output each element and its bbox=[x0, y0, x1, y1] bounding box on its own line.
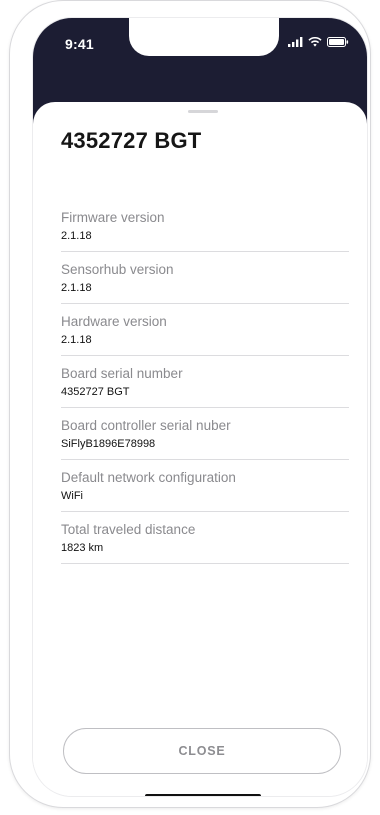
field-value: 2.1.18 bbox=[61, 282, 92, 294]
field-label: Total traveled distance bbox=[61, 522, 196, 537]
field-value: SiFlyB1896E78998 bbox=[61, 438, 156, 450]
status-time: 9:41 bbox=[65, 36, 94, 52]
close-button[interactable]: CLOSE bbox=[63, 728, 341, 774]
signal-icon bbox=[288, 37, 303, 47]
field-value: 2.1.18 bbox=[61, 230, 92, 242]
phone-screen: 9:41 4352727 BGT Firmware version 2.1.18… bbox=[32, 17, 368, 797]
notch bbox=[129, 18, 279, 56]
field-label: Board controller serial nuber bbox=[61, 418, 231, 433]
field-board-controller-serial: Board controller serial nuber SiFlyB1896… bbox=[61, 418, 349, 460]
field-firmware-version: Firmware version 2.1.18 bbox=[61, 210, 349, 252]
field-value: 4352727 BGT bbox=[61, 386, 130, 398]
field-label: Sensorhub version bbox=[61, 262, 174, 277]
board-title: 4352727 BGT bbox=[61, 128, 202, 153]
sheet-grabber-handle[interactable] bbox=[188, 110, 218, 113]
wifi-icon bbox=[308, 37, 322, 47]
bottom-sheet: 4352727 BGT Firmware version 2.1.18 Sens… bbox=[33, 102, 367, 796]
field-total-traveled-distance: Total traveled distance 1823 km bbox=[61, 522, 349, 564]
status-icons bbox=[288, 37, 349, 47]
field-label: Default network configuration bbox=[61, 470, 236, 485]
field-sensorhub-version: Sensorhub version 2.1.18 bbox=[61, 262, 349, 304]
field-default-network-configuration: Default network configuration WiFi bbox=[61, 470, 349, 512]
phone-frame: 9:41 4352727 BGT Firmware version 2.1.18… bbox=[9, 0, 371, 808]
battery-icon bbox=[327, 37, 349, 47]
field-board-serial-number: Board serial number 4352727 BGT bbox=[61, 366, 349, 408]
field-label: Hardware version bbox=[61, 314, 167, 329]
field-value: 2.1.18 bbox=[61, 334, 92, 346]
field-hardware-version: Hardware version 2.1.18 bbox=[61, 314, 349, 356]
field-value: WiFi bbox=[61, 490, 83, 502]
home-indicator[interactable] bbox=[145, 794, 261, 796]
field-label: Firmware version bbox=[61, 210, 165, 225]
field-value: 1823 km bbox=[61, 542, 104, 554]
field-label: Board serial number bbox=[61, 366, 183, 381]
